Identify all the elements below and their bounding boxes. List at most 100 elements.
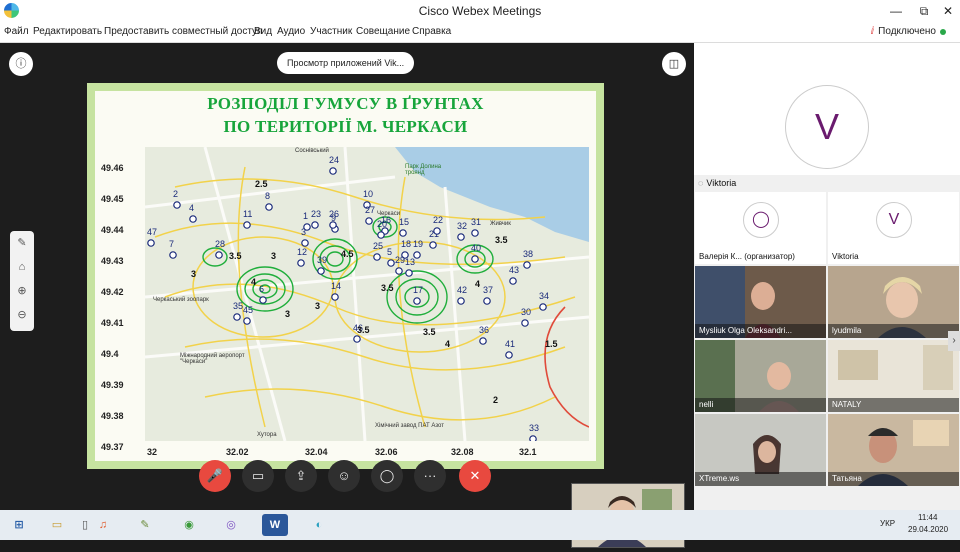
menu-share[interactable]: Предоставить совместный доступ (104, 26, 262, 37)
tray-time[interactable]: 11:44 (918, 513, 937, 522)
sample-point-marker (429, 241, 437, 249)
label-chemical-plant: Хімічний завод ПАТ Азот (375, 423, 444, 429)
sample-point-marker (331, 293, 339, 301)
menu-meeting[interactable]: Совещание (356, 26, 410, 37)
sample-point-marker (243, 317, 251, 325)
tray-date[interactable]: 29.04.2020 (908, 525, 948, 534)
chat-button[interactable]: ◯ (371, 460, 403, 492)
video-icon: ▭ (251, 468, 265, 483)
window-title: Cisco Webex Meetings (418, 4, 542, 18)
participant-video-tile[interactable]: XTreme.ws (695, 414, 826, 486)
participant-video-tile[interactable]: NATALY (828, 340, 959, 412)
menu-audio[interactable]: Аудио (277, 26, 305, 37)
y-tick-label: 49.4 (101, 349, 119, 359)
video-button[interactable]: ▭ (242, 460, 274, 492)
sample-point-marker (259, 296, 267, 304)
chat-icon: ◯ (379, 468, 395, 483)
participant-video-tile[interactable]: Mysliuk Olga Oleksandri... (695, 266, 826, 338)
pen-tool-icon[interactable]: ✎ (10, 231, 34, 255)
speaker-mic-icon: ◌ (698, 178, 704, 188)
sample-point-marker (505, 351, 513, 359)
zoom-in-icon[interactable]: ⊕ (10, 279, 34, 303)
participant-name: lyudmila (828, 324, 959, 338)
sample-point-label: 7 (169, 239, 174, 249)
sample-point-marker (523, 261, 531, 269)
sample-point-marker (457, 297, 465, 305)
mute-button[interactable]: 🎤 (199, 460, 231, 492)
sample-point-marker (509, 277, 517, 285)
sample-point-label: 26 (329, 209, 339, 219)
sample-point-marker (329, 221, 337, 229)
participant-name: XTreme.ws (695, 472, 826, 486)
label-park: Парк Долина троянд (405, 164, 442, 176)
active-speaker-tile[interactable]: V ◌ Viktoria (694, 43, 960, 190)
share-button[interactable]: ⇪ (285, 460, 317, 492)
close-button[interactable]: ✕ (936, 2, 960, 20)
viber-icon[interactable]: ◎ (218, 514, 244, 536)
info-icon[interactable]: ⓘ (9, 52, 33, 76)
explorer-icon[interactable]: ▭ (44, 514, 70, 536)
menu-participant[interactable]: Участник (310, 26, 352, 37)
sample-point-marker (479, 337, 487, 345)
participant-video-tile[interactable]: Татьяна (828, 414, 959, 486)
chrome-icon[interactable]: ◉ (176, 514, 202, 536)
leave-meeting-button[interactable]: ✕ (459, 460, 491, 492)
sample-point-label: 33 (529, 423, 539, 433)
sample-point-label: 34 (539, 291, 549, 301)
sample-point-label: 43 (509, 265, 519, 275)
y-tick-label: 49.43 (101, 256, 124, 266)
label-cherkasy: Черкаси (377, 211, 401, 217)
participant-tile[interactable]: V Viktoria (828, 192, 959, 264)
y-tick-label: 49.41 (101, 318, 124, 328)
participant-name: nelli (695, 398, 826, 412)
menu-view[interactable]: Вид (254, 26, 272, 37)
x-tick-label: 32.06 (375, 447, 398, 457)
tray-language[interactable]: УКР (880, 519, 895, 528)
maximize-button[interactable]: ⧉ (912, 2, 936, 20)
isoline-value-label: 3.5 (381, 283, 394, 293)
y-tick-label: 49.46 (101, 163, 124, 173)
sample-point-label: 24 (329, 155, 339, 165)
sample-point-label: 8 (265, 191, 270, 201)
word-icon[interactable]: W (262, 514, 288, 536)
panel-scroll-arrow[interactable]: › (948, 331, 960, 351)
start-button-icon[interactable]: ⊞ (6, 514, 32, 536)
sample-point-marker (233, 313, 241, 321)
paint-icon[interactable]: ✎ (132, 514, 158, 536)
menu-file[interactable]: Файл (4, 26, 29, 37)
zoom-out-icon[interactable]: ⊖ (10, 303, 34, 327)
connected-dot-icon (940, 28, 946, 35)
isoline-value-label: 4 (445, 339, 450, 349)
x-tick-label: 32.02 (226, 447, 249, 457)
sample-point-marker (373, 253, 381, 261)
view-app-pill[interactable]: Просмотр приложений Vik... (277, 52, 415, 74)
webex-taskbar-icon[interactable]: ◐ (306, 514, 332, 536)
participants-button[interactable]: ☺ (328, 460, 360, 492)
participant-video-tile[interactable]: nelli (695, 340, 826, 412)
panel-toggle-icon[interactable]: ◫ (662, 52, 686, 76)
sample-point-label: 45 (243, 305, 253, 315)
humus-map: 1 2 3 4 5 6 7 8 9 10 11 12 13 14 15 16 17 18 19 20 21 22 23 24 2… (145, 147, 589, 441)
sample-point-marker (173, 201, 181, 209)
minimize-button[interactable]: — (884, 2, 908, 20)
y-tick-label: 49.42 (101, 287, 124, 297)
menu-help[interactable]: Справка (412, 26, 451, 37)
sample-point-marker (529, 435, 537, 441)
home-tool-icon[interactable]: ⌂ (10, 255, 34, 279)
isoline-value-label: 2.5 (255, 179, 268, 189)
sample-point-label: 47 (147, 227, 157, 237)
music-app-icon[interactable]: ♫ (90, 514, 116, 536)
sample-point-marker (147, 239, 155, 247)
menu-edit[interactable]: Редактировать (33, 26, 102, 37)
sample-point-marker (483, 297, 491, 305)
annotation-toolbar: ✎ ⌂ ⊕ ⊖ (10, 231, 34, 331)
x-tick-label: 32 (147, 447, 158, 457)
isoline-value-label: 3.5 (423, 327, 436, 337)
sample-point-marker (377, 231, 385, 239)
participant-tile[interactable]: ◯ Валерія К... (организатор) (695, 192, 826, 264)
sample-point-label: 11 (243, 209, 252, 219)
more-button[interactable]: ··· (414, 460, 446, 492)
sample-point-label: 4 (189, 203, 194, 213)
participant-video-tile[interactable]: lyudmila (828, 266, 959, 338)
sample-point-label: 29 (395, 255, 405, 265)
